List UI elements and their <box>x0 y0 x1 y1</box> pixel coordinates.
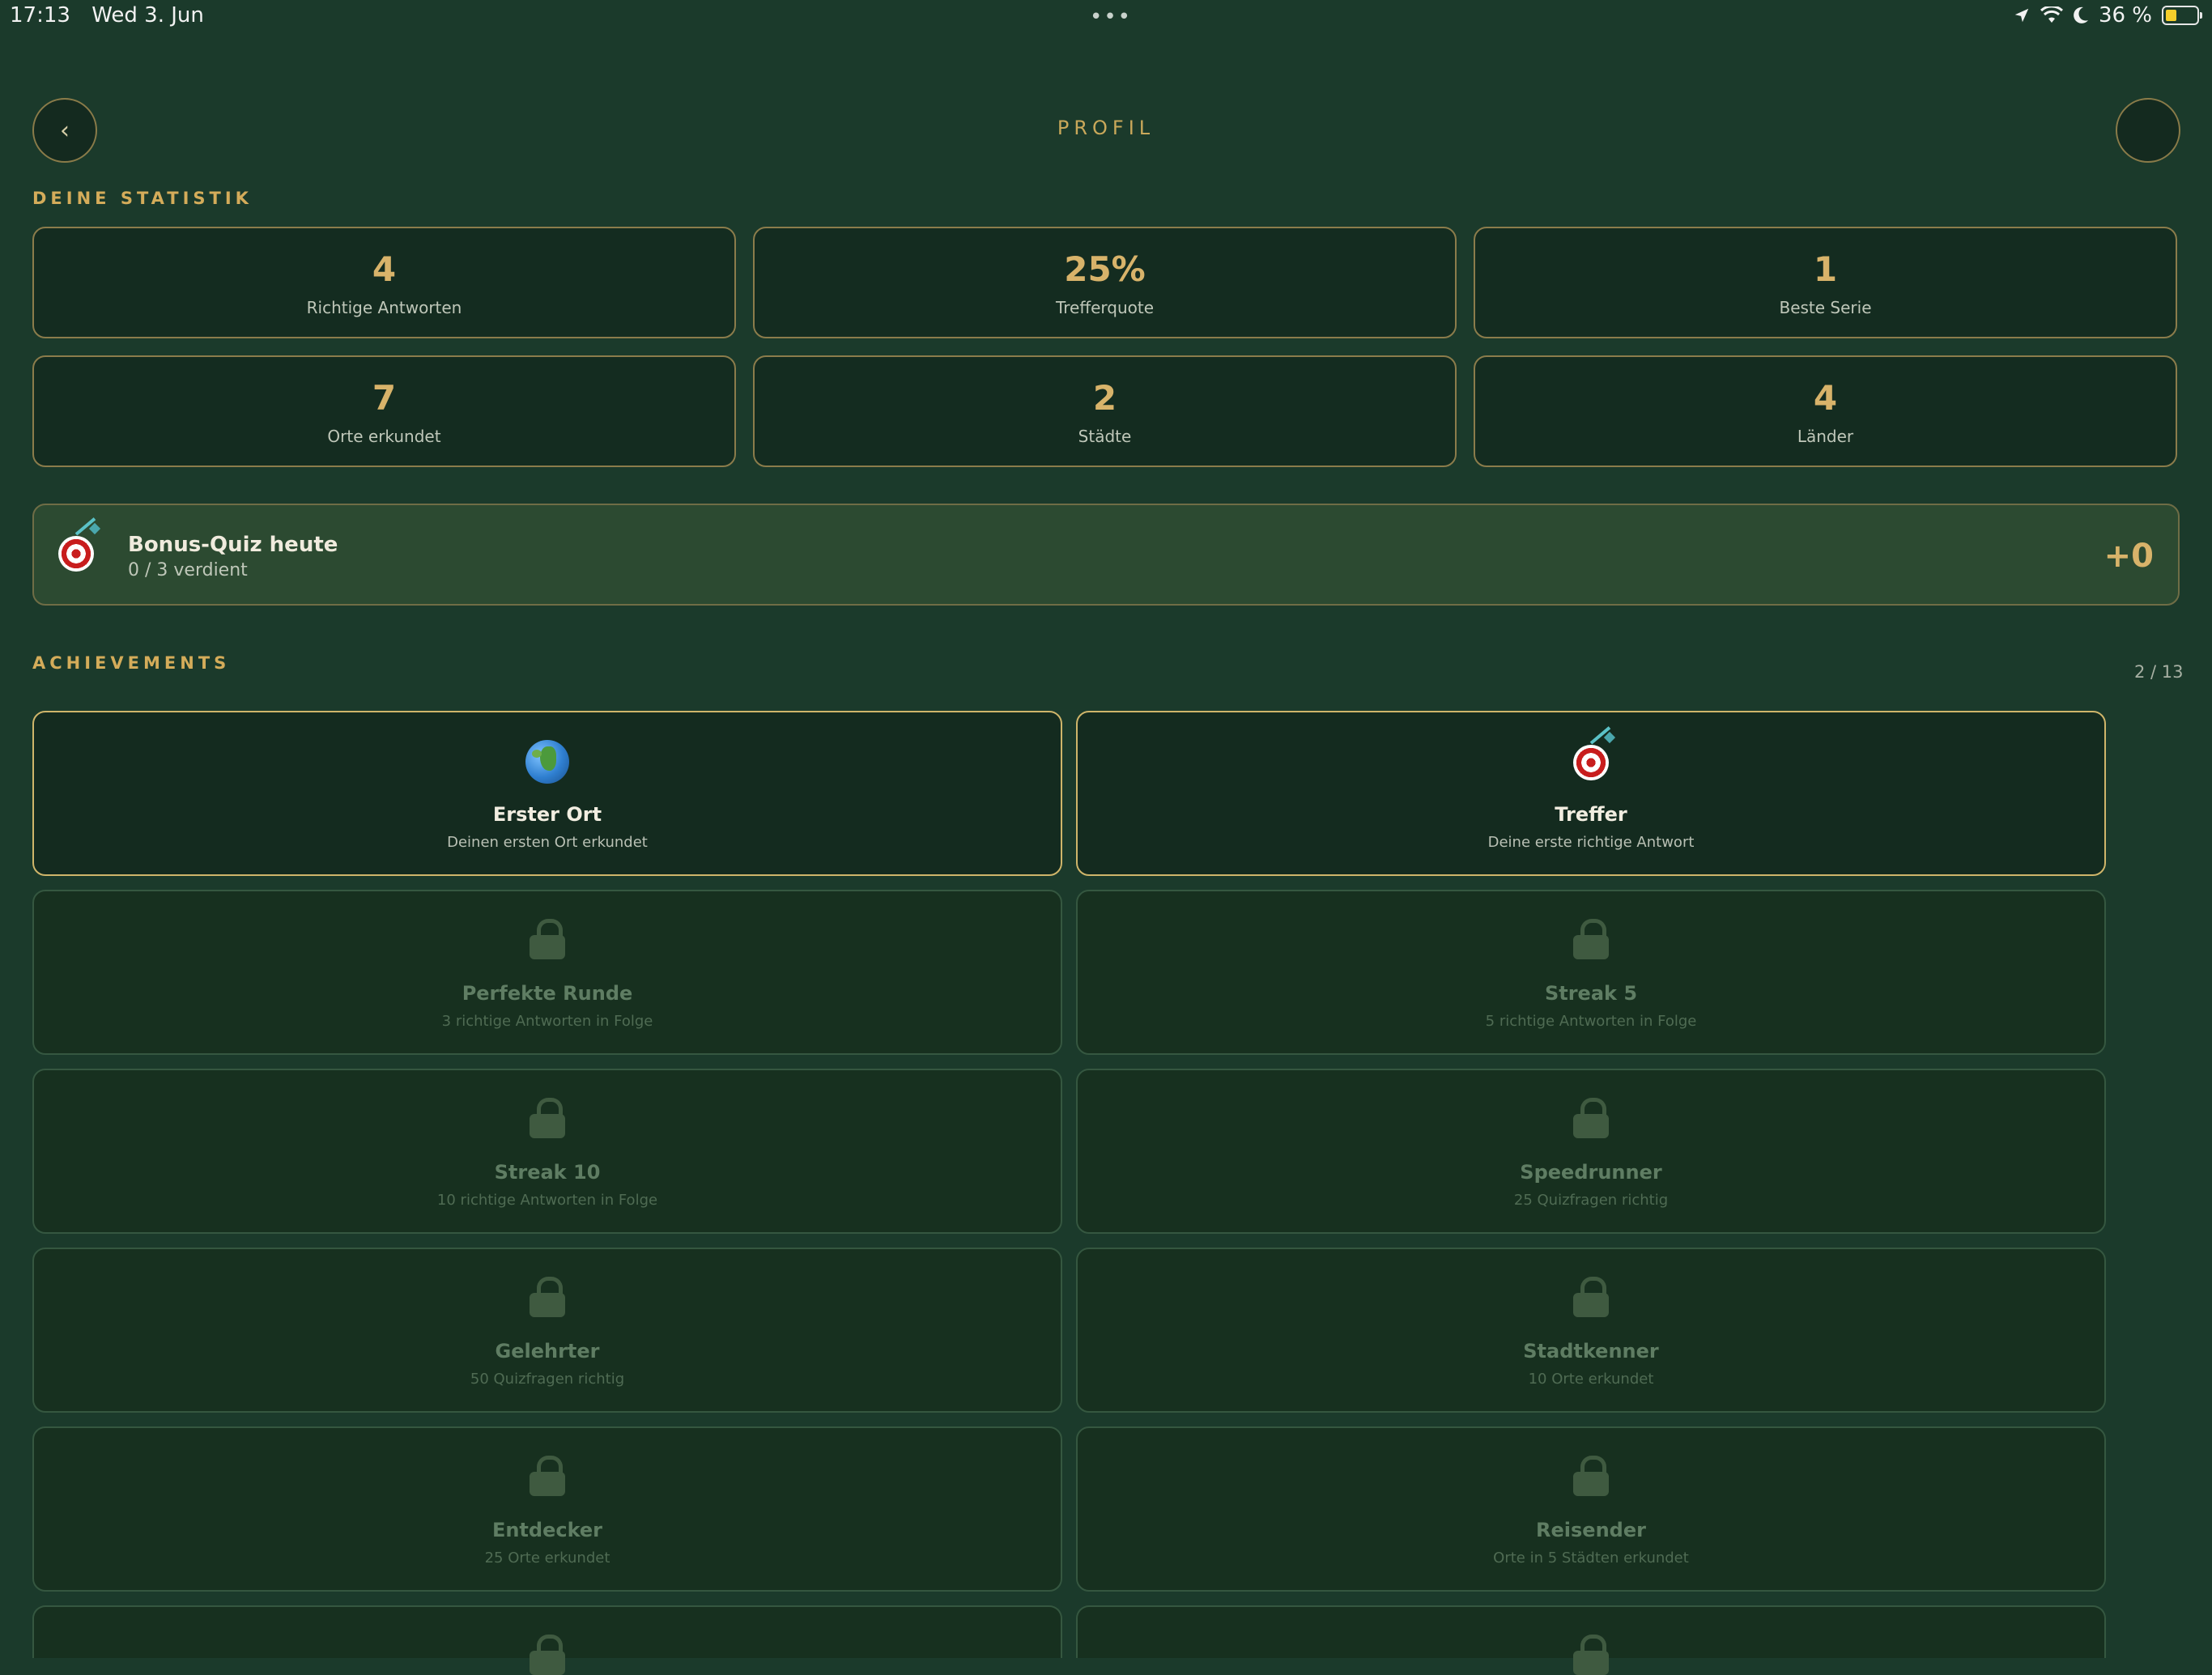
achievements-count: 2 / 13 <box>2134 662 2184 682</box>
stat-label: Trefferquote <box>1055 298 1155 317</box>
achievement-title: Treffer <box>1555 803 1627 826</box>
achievement-title: Speedrunner <box>1520 1161 1662 1184</box>
achievement-card-explorer[interactable]: Entdecker 25 Orte erkundet <box>32 1426 1062 1592</box>
achievement-title: Entdecker <box>491 1519 603 1541</box>
status-time: 17:13 <box>10 3 70 28</box>
achievement-title: Erster Ort <box>492 803 602 826</box>
stat-label: Länder <box>1797 427 1854 446</box>
status-right: 36 % <box>2013 3 2202 28</box>
achievement-card-streak-10[interactable]: Streak 10 10 richtige Antworten in Folge <box>32 1069 1062 1234</box>
bonus-quiz-subtitle: 0 / 3 verdient <box>128 560 248 580</box>
achievement-description: Deine erste richtige Antwort <box>1487 834 1695 851</box>
achievement-description: Deinen ersten Ort erkundet <box>447 834 648 851</box>
achievement-card-first-place[interactable]: Erster Ort Deinen ersten Ort erkundet <box>32 711 1062 876</box>
stat-label: Richtige Antworten <box>306 298 462 317</box>
target-icon <box>58 517 101 572</box>
bonus-quiz-title: Bonus-Quiz heute <box>128 533 338 557</box>
achievement-card-streak-5[interactable]: Streak 5 5 richtige Antworten in Folge <box>1076 890 2106 1055</box>
stat-value: 4 <box>372 249 397 289</box>
stats-section-label: DEINE STATISTIK <box>32 189 253 208</box>
achievements-section-label: ACHIEVEMENTS <box>32 653 231 673</box>
stat-card-countries: 4 Länder <box>1474 355 2177 467</box>
target-icon <box>1573 726 1616 780</box>
status-left: 17:13 Wed 3. Jun <box>10 3 219 28</box>
avatar-button[interactable] <box>2116 98 2180 163</box>
stat-label: Beste Serie <box>1779 298 1872 317</box>
achievement-card-city-expert[interactable]: Stadtkenner 10 Orte erkundet <box>1076 1248 2106 1413</box>
stat-value: 2 <box>1092 378 1117 418</box>
achievement-card-hit[interactable]: Treffer Deine erste richtige Antwort <box>1076 711 2106 876</box>
stat-card-best-streak: 1 Beste Serie <box>1474 227 2177 338</box>
bonus-target-wrap <box>58 517 101 572</box>
lock-icon <box>1573 1635 1609 1675</box>
achievement-card-perfect-round[interactable]: Perfekte Runde 3 richtige Antworten in F… <box>32 890 1062 1055</box>
stat-card-correct-answers: 4 Richtige Antworten <box>32 227 736 338</box>
lock-icon <box>530 1635 565 1675</box>
status-date: Wed 3. Jun <box>91 3 204 28</box>
achievement-title: Gelehrter <box>495 1340 600 1363</box>
stat-value: 7 <box>372 378 397 418</box>
achievement-title: Reisender <box>1536 1519 1646 1541</box>
lock-icon <box>1573 1277 1609 1317</box>
stat-card-hit-rate: 25% Trefferquote <box>753 227 1457 338</box>
page-title: PROFIL <box>1057 117 1155 139</box>
stat-value: 25% <box>1064 249 1146 289</box>
lock-icon <box>1573 919 1609 959</box>
location-arrow-icon <box>2014 8 2029 23</box>
stat-label: Orte erkundet <box>327 427 441 446</box>
stat-card-cities: 2 Städte <box>753 355 1457 467</box>
lock-icon <box>530 1098 565 1138</box>
achievement-card-partial-right[interactable] <box>1076 1605 2106 1675</box>
lock-icon <box>1573 1098 1609 1138</box>
lock-icon <box>530 1277 565 1317</box>
battery-fill <box>2166 10 2176 21</box>
battery-icon <box>2162 6 2202 25</box>
achievement-card-traveler[interactable]: Reisender Orte in 5 Städten erkundet <box>1076 1426 2106 1592</box>
multitasking-dots-icon[interactable]: ••• <box>1090 5 1132 29</box>
achievement-card-scholar[interactable]: Gelehrter 50 Quizfragen richtig <box>32 1248 1062 1413</box>
status-bar: 17:13 Wed 3. Jun ••• 36 % <box>0 0 2212 32</box>
achievement-title: Streak 10 <box>494 1161 601 1184</box>
achievement-card-partial-left[interactable] <box>32 1605 1062 1675</box>
stat-value: 4 <box>1813 378 1838 418</box>
globe-icon <box>525 740 569 784</box>
achievement-description: 10 richtige Antworten in Folge <box>436 1192 658 1209</box>
achievement-description: 25 Quizfragen richtig <box>1513 1192 1669 1209</box>
achievement-title: Streak 5 <box>1544 982 1638 1005</box>
moon-icon <box>2074 6 2088 23</box>
achievement-description: Orte in 5 Städten erkundet <box>1493 1550 1689 1567</box>
wifi-icon <box>2040 6 2063 23</box>
stat-value: 1 <box>1813 249 1838 289</box>
lock-icon <box>530 919 565 959</box>
lock-icon <box>530 1456 565 1496</box>
achievement-title: Perfekte Runde <box>462 982 633 1005</box>
achievement-title: Stadtkenner <box>1523 1340 1659 1363</box>
achievement-card-speedrunner[interactable]: Speedrunner 25 Quizfragen richtig <box>1076 1069 2106 1234</box>
achievement-description: 3 richtige Antworten in Folge <box>441 1013 653 1030</box>
battery-percent: 36 % <box>2098 3 2152 28</box>
stat-card-places-explored: 7 Orte erkundet <box>32 355 736 467</box>
achievement-description: 25 Orte erkundet <box>484 1550 610 1567</box>
lock-icon <box>1573 1456 1609 1496</box>
stat-label: Städte <box>1078 427 1132 446</box>
bonus-quiz-points: +0 <box>2104 538 2154 575</box>
achievement-description: 50 Quizfragen richtig <box>470 1371 625 1388</box>
achievement-description: 10 Orte erkundet <box>1528 1371 1654 1388</box>
bonus-quiz-card[interactable]: Bonus-Quiz heute 0 / 3 verdient +0 <box>32 504 2180 606</box>
achievement-description: 5 richtige Antworten in Folge <box>1485 1013 1697 1030</box>
